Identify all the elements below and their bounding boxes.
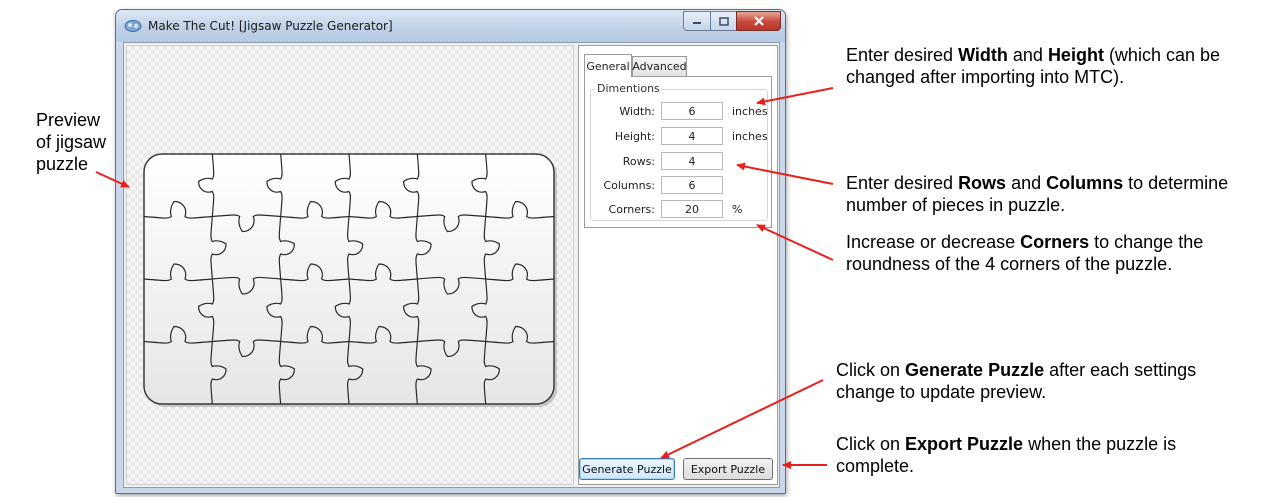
rows-row: Rows: 4 [591,152,767,172]
width-field[interactable]: 6 [661,102,723,120]
corners-label: Corners: [608,203,655,216]
export-note: Click on Export Puzzle when the puzzle i… [836,434,1177,476]
corners-row: Corners: 20 % [591,200,767,220]
width-row: Width: 6 inches [591,102,768,122]
corners-unit: % [732,203,743,216]
export-keyword: Export Puzzle [905,434,1024,454]
height-field[interactable]: 4 [661,127,723,145]
height-label: Height: [614,130,655,143]
columns-row: Columns: 6 [591,176,767,196]
corners-note: Increase or decrease Corners to change t… [846,232,1204,274]
corners-keyword: Corners [1020,232,1090,252]
dimensions-group: Dimentions Width: 6 inches Height: 4 inc… [590,82,768,221]
generate-note: Click on Generate Puzzle after each sett… [836,360,1197,402]
width-unit: inches [732,105,768,118]
size-note: Enter desired Width and Height (which ca… [846,45,1220,87]
maximize-button[interactable] [710,11,737,31]
client-area: General Advanced Dimentions Width: 6 inc… [123,42,780,488]
rows-field[interactable]: 4 [661,152,723,170]
height-row: Height: 4 inches [591,127,768,147]
rows-keyword: Rows [958,173,1007,193]
app-icon [124,20,142,32]
title-bar[interactable]: Make The Cut! [Jigsaw Puzzle Generator] [116,10,785,42]
window-title: Make The Cut! [Jigsaw Puzzle Generator] [148,19,393,33]
export-puzzle-button[interactable]: Export Puzzle [683,458,773,480]
puzzle-image [143,153,557,407]
columns-field[interactable]: 6 [661,176,723,194]
columns-label: Columns: [603,179,655,192]
generate-keyword: Generate Puzzle [905,360,1045,380]
tab-general[interactable]: General [584,54,632,77]
minimize-button[interactable] [683,11,711,31]
rows-label: Rows: [622,155,655,168]
height-keyword: Height [1047,45,1104,65]
app-window: Make The Cut! [Jigsaw Puzzle Generator] [115,9,786,494]
width-keyword: Width [958,45,1008,65]
dimensions-legend: Dimentions [595,82,662,95]
rows-columns-note: Enter desired Rows and Columns to determ… [846,173,1229,215]
maximize-icon [718,16,729,26]
corners-field[interactable]: 20 [661,200,723,218]
close-button[interactable] [736,11,781,31]
settings-panel: General Advanced Dimentions Width: 6 inc… [578,45,778,485]
columns-keyword: Columns [1046,173,1124,193]
height-unit: inches [732,130,768,143]
general-tab-page: Dimentions Width: 6 inches Height: 4 inc… [584,76,772,228]
width-label: Width: [619,105,655,118]
close-icon [753,16,764,26]
tab-advanced[interactable]: Advanced [632,56,687,76]
puzzle-preview [126,45,574,485]
generate-puzzle-button[interactable]: Generate Puzzle [579,458,675,480]
preview-note: Preview of jigsaw puzzle [36,110,107,174]
minimize-icon [693,22,701,24]
